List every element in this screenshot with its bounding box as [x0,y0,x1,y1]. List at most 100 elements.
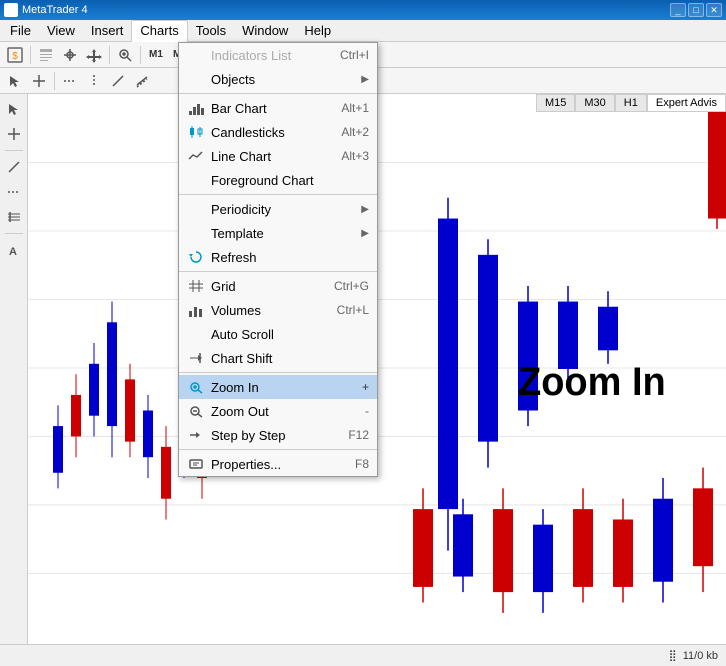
zoom-out-icon [187,402,205,420]
empty-icon [187,70,205,88]
title-bar-buttons[interactable]: _ □ ✕ [670,3,722,17]
sep3 [140,46,141,64]
menu-window[interactable]: Window [234,20,296,42]
vline-button[interactable] [83,70,105,92]
menu-separator [179,194,377,195]
charts-dropdown[interactable]: Indicators List Ctrl+I Objects ▶ Bar Chart Al… [178,42,378,477]
lt-cursor[interactable] [3,98,25,120]
status-value: 11/0 kb [683,650,718,662]
menu-item-candlesticks[interactable]: Candlesticks Alt+2 [179,120,377,144]
maximize-button[interactable]: □ [688,3,704,17]
close-button[interactable]: ✕ [706,3,722,17]
label-foreground-chart: Foreground Chart [211,173,369,188]
label-template: Template [211,226,355,241]
menu-item-step-by-step[interactable]: Step by StepF12 [179,423,377,447]
menu-item-volumes[interactable]: VolumesCtrl+L [179,298,377,322]
lt-hline[interactable] [3,181,25,203]
menu-insert[interactable]: Insert [83,20,132,42]
menu-item-chart-shift[interactable]: Chart Shift [179,346,377,370]
shortcut-bar-chart: Alt+1 [341,101,369,115]
label-chart-shift: Chart Shift [211,351,369,366]
move-button[interactable] [83,44,105,66]
left-toolbar: A [0,94,28,644]
hline-button[interactable] [59,70,81,92]
chart-tab-m30[interactable]: M30 [575,94,614,112]
label-candlesticks: Candlesticks [211,125,335,140]
arrow-periodicity: ▶ [361,204,369,215]
candle-icon [187,123,205,141]
crosshair-button[interactable] [59,44,81,66]
chart-tab-h1[interactable]: H1 [615,94,647,112]
shortcut-zoom-in: + [362,380,369,394]
menu-item-periodicity[interactable]: Periodicity▶ [179,197,377,221]
menu-item-zoom-in[interactable]: Zoom In + [179,375,377,399]
label-refresh: Refresh [211,250,369,265]
label-zoom-in: Zoom In [211,380,356,395]
chart-tab-expert[interactable]: Expert Advis [647,94,726,112]
trendline-button[interactable] [107,70,129,92]
menu-item-foreground-chart[interactable]: Foreground Chart [179,168,377,192]
label-bar-chart: Bar Chart [211,101,335,116]
zoom-in-button[interactable] [114,44,136,66]
template-button[interactable] [35,44,57,66]
chart-tab-m15[interactable]: M15 [536,94,575,112]
menu-charts[interactable]: Charts [131,20,187,42]
menu-tools[interactable]: Tools [188,20,234,42]
channel-button[interactable] [131,70,153,92]
new-chart-button[interactable]: $ [4,44,26,66]
empty-icon [187,46,205,64]
label-volumes: Volumes [211,303,331,318]
svg-text:Zoom In: Zoom In [518,360,666,404]
label-step-by-step: Step by Step [211,428,342,443]
label-auto-scroll: Auto Scroll [211,327,369,342]
menu-file[interactable]: File [2,20,39,42]
title-bar: MetaTrader 4 _ □ ✕ [0,0,726,20]
lt-crosshair[interactable] [3,123,25,145]
grid-icon [187,277,205,295]
shortcut-candlesticks: Alt+2 [341,125,369,139]
volumes-icon [187,301,205,319]
menu-item-refresh[interactable]: Refresh [179,245,377,269]
menu-item-grid[interactable]: GridCtrl+G [179,274,377,298]
menu-item-line-chart[interactable]: Line ChartAlt+3 [179,144,377,168]
menu-view[interactable]: View [39,20,83,42]
arrow-objects: ▶ [361,74,369,85]
sep2 [109,46,110,64]
menu-item-bar-chart[interactable]: Bar Chart Alt+1 [179,96,377,120]
svg-text:A: A [9,246,17,257]
properties-icon [187,455,205,473]
menu-separator [179,372,377,373]
period-m1[interactable]: M1 [145,44,167,66]
cursor-button[interactable] [4,70,26,92]
empty-icon [187,325,205,343]
menu-item-zoom-out[interactable]: Zoom Out- [179,399,377,423]
menu-item-auto-scroll[interactable]: Auto Scroll [179,322,377,346]
step-icon [187,426,205,444]
status-bar: ⣿ 11/0 kb [0,644,726,666]
lt-line[interactable] [3,156,25,178]
zoom-in-icon [187,378,205,396]
shortcut-line-chart: Alt+3 [341,149,369,163]
svg-text:$: $ [12,51,18,62]
menu-item-template[interactable]: Template▶ [179,221,377,245]
lt-sep2 [5,233,23,234]
lt-sep1 [5,150,23,151]
shortcut-indicators-list: Ctrl+I [340,48,369,62]
minimize-button[interactable]: _ [670,3,686,17]
menu-item-objects[interactable]: Objects ▶ [179,67,377,91]
crosshair2-button[interactable] [28,70,50,92]
menu-separator [179,449,377,450]
shortcut-properties: F8 [355,457,369,471]
lt-fib[interactable] [3,206,25,228]
menu-bar: File View Insert Charts Tools Window Hel… [0,20,726,42]
empty-icon [187,200,205,218]
empty-icon [187,171,205,189]
menu-item-indicators-list: Indicators List Ctrl+I [179,43,377,67]
menu-item-properties[interactable]: Properties...F8 [179,452,377,476]
label-indicators-list: Indicators List [211,48,334,63]
menu-help[interactable]: Help [296,20,339,42]
label-objects: Objects [211,72,355,87]
lt-text[interactable]: A [3,239,25,261]
bar-icon [187,99,205,117]
chart-tabs: M15 M30 H1 Expert Advis [536,94,726,112]
